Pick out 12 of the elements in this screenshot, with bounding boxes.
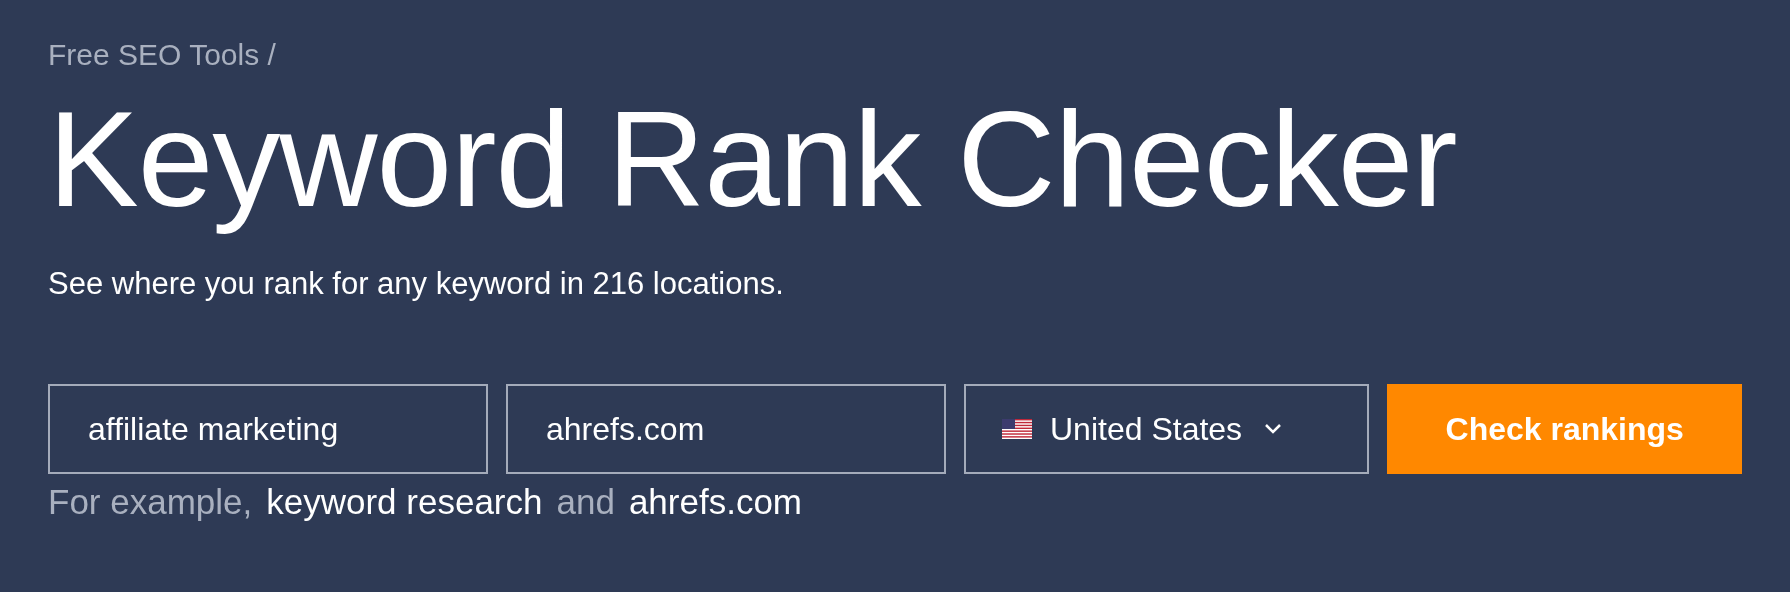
keyword-field[interactable]: affiliate marketing [48, 384, 488, 474]
subtitle: See where you rank for any keyword in 216 locations. [48, 265, 785, 303]
example-keyword-link[interactable]: keyword research [266, 480, 543, 524]
example-domain-link[interactable]: ahrefs.com [628, 480, 802, 524]
country-select[interactable]: United States [964, 384, 1370, 474]
example-joiner: and [556, 481, 615, 523]
flag-icon [1002, 419, 1032, 439]
example-label: For example, [48, 481, 253, 523]
breadcrumb[interactable]: Free SEO Tools / [48, 36, 1742, 74]
page-title: Keyword Rank Checker [48, 84, 1458, 234]
domain-field[interactable]: ahrefs.com [506, 384, 946, 474]
chevron-icon [1264, 423, 1283, 435]
